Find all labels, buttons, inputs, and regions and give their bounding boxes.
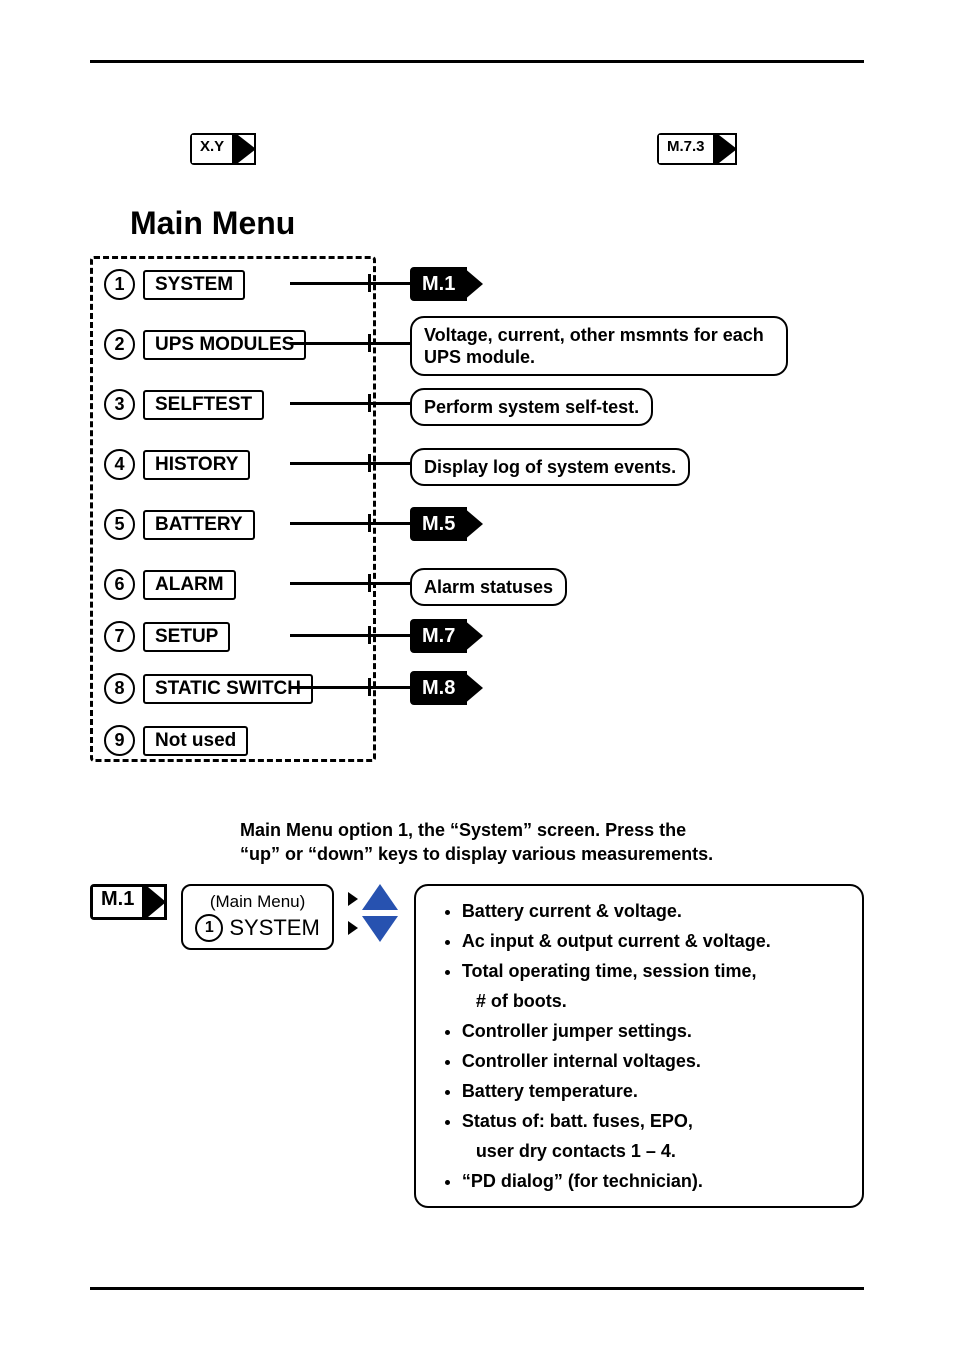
- menu-item-target: M.7: [410, 619, 467, 653]
- menu-item-number: 5: [104, 509, 135, 540]
- bullet-item: Total operating time, session time,# of …: [462, 956, 844, 1016]
- bullet-item: Battery temperature.: [462, 1076, 844, 1106]
- connector-tick: [368, 394, 371, 412]
- menu-item-desc: Perform system self-test.: [410, 388, 653, 426]
- system-title-line2: “up” or “down” keys to display various m…: [240, 844, 713, 864]
- menu-item-target-label: M.7: [412, 623, 465, 649]
- system-ref-caption: (Main Menu): [195, 892, 319, 912]
- main-menu-title: Main Menu: [130, 205, 864, 242]
- legend-row: X.Y M.7.3: [90, 133, 864, 165]
- menu-item: 8 STATIC SWITCH: [104, 673, 313, 704]
- menu-item: 4 HISTORY: [104, 449, 250, 480]
- system-panel-title: Main Menu option 1, the “System” screen.…: [240, 818, 864, 866]
- menu-diagram: 1 SYSTEM M.1 2 UPS MODULES Voltage, current, …: [90, 248, 864, 778]
- arrow-right-icon: [348, 892, 358, 906]
- menu-item-label[interactable]: HISTORY: [143, 450, 250, 480]
- connector-tick: [368, 334, 371, 352]
- connector-tick: [368, 274, 371, 292]
- menu-item-label[interactable]: ALARM: [143, 570, 236, 600]
- system-ref-label: SYSTEM: [229, 915, 319, 941]
- legend-xy-tag: X.Y: [190, 133, 256, 165]
- bullet-item: Status of: batt. fuses, EPO,user dry con…: [462, 1106, 844, 1166]
- menu-item: 1 SYSTEM: [104, 269, 245, 300]
- menu-item: 7 SETUP: [104, 621, 230, 652]
- connector-line: [290, 686, 410, 689]
- connector-line: [290, 342, 410, 345]
- menu-item-number: 7: [104, 621, 135, 652]
- system-ref-num: 1: [195, 914, 223, 942]
- menu-item-label[interactable]: STATIC SWITCH: [143, 674, 313, 704]
- system-bullets: Battery current & voltage.Ac input & out…: [414, 884, 864, 1208]
- system-panel: M.1 (Main Menu) 1 SYSTEM Battery current…: [90, 884, 864, 1208]
- connector-line: [290, 522, 410, 525]
- menu-item-label[interactable]: SELFTEST: [143, 390, 264, 420]
- menu-item-number: 3: [104, 389, 135, 420]
- connector-line: [290, 462, 410, 465]
- rule-bottom: [90, 1287, 864, 1290]
- connector-tick: [368, 514, 371, 532]
- menu-item-number: 8: [104, 673, 135, 704]
- menu-item-target: M.8: [410, 671, 467, 705]
- legend-sample-label: M.7.3: [659, 135, 713, 163]
- system-ref-tag: M.1: [90, 884, 167, 920]
- connector-line: [290, 402, 410, 405]
- menu-item: 9 Not used: [104, 725, 248, 756]
- connector-tick: [368, 574, 371, 592]
- menu-item-target-label: M.1: [412, 271, 465, 297]
- menu-item-desc: Alarm statuses: [410, 568, 567, 606]
- menu-item-desc: Display log of system events.: [410, 448, 690, 486]
- arrow-up-icon: [362, 884, 398, 910]
- menu-item-target: M.1: [410, 267, 467, 301]
- up-down-arrows: [344, 884, 398, 942]
- arrow-right-icon: [148, 887, 166, 917]
- menu-item: 3 SELFTEST: [104, 389, 264, 420]
- system-title-line1: Main Menu option 1, the “System” screen.…: [240, 820, 686, 840]
- bullet-continuation: # of boots.: [462, 986, 844, 1016]
- arrow-down-icon: [362, 916, 398, 942]
- arrow-right-icon: [238, 135, 256, 163]
- connector-tick: [368, 626, 371, 644]
- bullet-item: Battery current & voltage.: [462, 896, 844, 926]
- rule-top: [90, 60, 864, 63]
- bullet-item: Controller jumper settings.: [462, 1016, 844, 1046]
- arrow-right-icon: [719, 135, 737, 163]
- bullet-continuation: user dry contacts 1 – 4.: [462, 1136, 844, 1166]
- connector-tick: [368, 678, 371, 696]
- system-bullet-list: Battery current & voltage.Ac input & out…: [444, 896, 844, 1196]
- menu-item: 2 UPS MODULES: [104, 329, 306, 360]
- menu-item-target-label: M.5: [412, 511, 465, 537]
- bullet-item: Controller internal voltages.: [462, 1046, 844, 1076]
- menu-item: 5 BATTERY: [104, 509, 255, 540]
- menu-item-label[interactable]: SYSTEM: [143, 270, 245, 300]
- connector-tick: [368, 454, 371, 472]
- menu-item-label[interactable]: Not used: [143, 726, 248, 756]
- connector-line: [290, 282, 410, 285]
- legend-xy-label: X.Y: [192, 135, 232, 163]
- bullet-item: Ac input & output current & voltage.: [462, 926, 844, 956]
- legend-sample-tag: M.7.3: [657, 133, 737, 165]
- arrow-right-icon: [348, 921, 358, 935]
- connector-line: [290, 634, 410, 637]
- page: X.Y M.7.3 Main Menu 1SYSTEMM.12UPS MODUL…: [0, 0, 954, 1350]
- connector-line: [290, 582, 410, 585]
- menu-item-label[interactable]: SETUP: [143, 622, 230, 652]
- system-ref-box: (Main Menu) 1 SYSTEM: [181, 884, 333, 950]
- menu-item-label[interactable]: BATTERY: [143, 510, 255, 540]
- system-ref-tag-label: M.1: [93, 887, 142, 917]
- menu-item-number: 6: [104, 569, 135, 600]
- menu-item-number: 9: [104, 725, 135, 756]
- menu-item-desc: Voltage, current, other msmnts for each …: [410, 316, 788, 376]
- menu-item-number: 4: [104, 449, 135, 480]
- menu-item: 6 ALARM: [104, 569, 236, 600]
- menu-item-number: 2: [104, 329, 135, 360]
- menu-item-number: 1: [104, 269, 135, 300]
- menu-item-target: M.5: [410, 507, 467, 541]
- menu-item-target-label: M.8: [412, 675, 465, 701]
- bullet-item: “PD dialog” (for technician).: [462, 1166, 844, 1196]
- menu-item-label[interactable]: UPS MODULES: [143, 330, 306, 360]
